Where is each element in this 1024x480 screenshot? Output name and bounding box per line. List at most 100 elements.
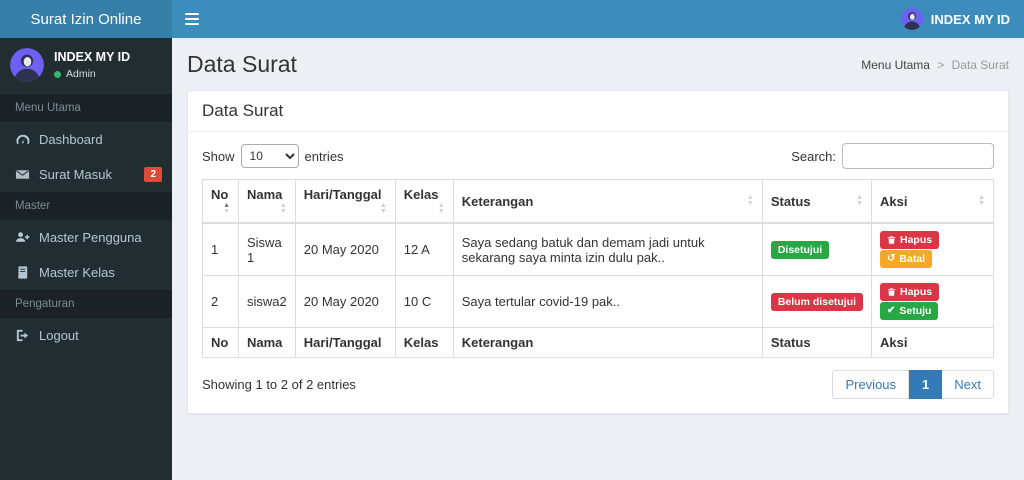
dashboard-icon bbox=[16, 134, 30, 145]
brand-logo[interactable]: Surat Izin Online bbox=[0, 0, 172, 38]
sidebar-item-label: Master Kelas bbox=[39, 265, 115, 280]
navbar-rest: INDEX MY ID bbox=[172, 0, 1024, 38]
check-icon: ✔ bbox=[887, 305, 896, 316]
online-status-icon bbox=[54, 70, 61, 78]
table-controls: Show 10 entries Search: bbox=[202, 143, 994, 169]
cell-nama: siswa2 bbox=[238, 275, 296, 328]
navbar-user-menu[interactable]: INDEX MY ID bbox=[887, 0, 1024, 38]
table-row: 1 Siswa 1 20 May 2020 12 A Saya sedang b… bbox=[202, 222, 994, 276]
data-surat-table: No ▲ ▼ Nama ▲ ▼ Hari/Tanggal ▲ ▼ Kelas ▲ ▼ Keter… bbox=[202, 179, 994, 358]
unread-count-badge: 2 bbox=[144, 167, 162, 182]
footer-keterangan: Keterangan bbox=[452, 327, 763, 358]
page-1-button[interactable]: 1 bbox=[909, 370, 943, 399]
card-body: Show 10 entries Search: No ▲ ▼ Nama ▲ ▼ H bbox=[188, 132, 1008, 413]
menu-header-master: Master bbox=[0, 192, 172, 220]
page-length-select[interactable]: 10 bbox=[240, 144, 299, 168]
column-header-no[interactable]: No ▲ ▼ bbox=[202, 179, 239, 224]
batal-button[interactable]: ↺ Batal bbox=[880, 250, 933, 268]
sort-icon: ▲ ▼ bbox=[223, 202, 230, 215]
cell-no: 1 bbox=[202, 222, 239, 276]
hapus-button[interactable]: Hapus bbox=[880, 283, 940, 301]
next-page-button[interactable]: Next bbox=[942, 370, 994, 399]
cell-nama: Siswa 1 bbox=[238, 222, 296, 276]
cell-keterangan: Saya sedang batuk dan demam jadi untuk s… bbox=[452, 222, 763, 276]
cell-aksi: Hapus ✔ Setuju bbox=[871, 275, 994, 328]
footer-no: No bbox=[202, 327, 239, 358]
sort-icon: ▲ ▼ bbox=[279, 202, 287, 215]
avatar bbox=[10, 48, 44, 82]
sidebar-item-master-kelas[interactable]: Master Kelas bbox=[0, 255, 172, 290]
breadcrumb: Menu Utama > Data Surat bbox=[861, 58, 1009, 72]
page-length-control: Show 10 entries bbox=[202, 144, 344, 168]
length-suffix-label: entries bbox=[304, 148, 344, 164]
column-header-status[interactable]: Status ▲ ▼ bbox=[761, 179, 873, 224]
sidebar-user-status: Admin bbox=[54, 68, 130, 80]
menu-header-pengaturan: Pengaturan bbox=[0, 290, 172, 318]
status-badge: Belum disetujui bbox=[770, 292, 863, 311]
previous-page-button[interactable]: Previous bbox=[832, 370, 910, 399]
footer-hari-tanggal: Hari/Tanggal bbox=[294, 327, 396, 358]
column-header-keterangan[interactable]: Keterangan ▲ ▼ bbox=[452, 179, 763, 224]
envelope-icon bbox=[15, 170, 30, 179]
sort-icon: ▲ ▼ bbox=[746, 193, 754, 207]
trash-icon bbox=[887, 287, 896, 297]
menu-header-menu-utama: Menu Utama bbox=[0, 94, 172, 122]
cell-no: 2 bbox=[202, 275, 239, 328]
card-title: Data Surat bbox=[188, 91, 1008, 132]
sidebar-item-master-pengguna[interactable]: Master Pengguna bbox=[0, 220, 172, 255]
cell-keterangan: Saya tertular covid-19 pak.. bbox=[452, 275, 763, 328]
footer-kelas: Kelas bbox=[394, 327, 454, 358]
search-input[interactable] bbox=[842, 143, 994, 169]
table-header-row: No ▲ ▼ Nama ▲ ▼ Hari/Tanggal ▲ ▼ Kelas ▲ ▼ Keter… bbox=[202, 179, 994, 224]
hapus-button[interactable]: Hapus bbox=[880, 231, 940, 249]
sidebar-item-dashboard[interactable]: Dashboard bbox=[0, 122, 172, 157]
sort-icon: ▲ ▼ bbox=[856, 193, 863, 207]
sidebar-user-panel: INDEX MY ID Admin bbox=[0, 38, 172, 94]
footer-aksi: Aksi bbox=[871, 327, 994, 358]
logout-icon bbox=[16, 329, 29, 342]
page-title: Data Surat bbox=[187, 51, 297, 77]
hamburger-icon bbox=[185, 13, 199, 15]
cell-status: Disetujui bbox=[761, 222, 873, 276]
book-icon bbox=[17, 266, 28, 279]
pagination: Previous 1 Next bbox=[832, 370, 994, 399]
user-plus-icon bbox=[15, 232, 30, 242]
cell-aksi: Hapus ↺ Batal bbox=[871, 222, 994, 276]
cell-status: Belum disetujui bbox=[761, 275, 873, 328]
breadcrumb-parent[interactable]: Menu Utama bbox=[861, 58, 930, 72]
column-header-kelas[interactable]: Kelas ▲ ▼ bbox=[394, 179, 454, 224]
sidebar-item-logout[interactable]: Logout bbox=[0, 318, 172, 353]
table-footer: Showing 1 to 2 of 2 entries Previous 1 N… bbox=[202, 370, 994, 399]
sidebar-item-surat-masuk[interactable]: Surat Masuk 2 bbox=[0, 157, 172, 192]
sort-icon: ▲ ▼ bbox=[978, 193, 985, 207]
undo-icon: ↺ bbox=[887, 253, 896, 264]
table-row: 2 siswa2 20 May 2020 10 C Saya tertular … bbox=[202, 275, 994, 328]
sidebar-item-label: Dashboard bbox=[39, 132, 103, 147]
footer-status: Status bbox=[761, 327, 873, 358]
setuju-button[interactable]: ✔ Setuju bbox=[880, 302, 939, 320]
data-surat-card: Data Surat Show 10 entries Search: No ▲ … bbox=[187, 90, 1009, 414]
top-navbar: Surat Izin Online INDEX MY ID bbox=[0, 0, 1024, 38]
sort-icon: ▲ ▼ bbox=[379, 202, 387, 215]
sidebar-item-label: Logout bbox=[39, 328, 79, 343]
cell-tanggal: 20 May 2020 bbox=[294, 222, 396, 276]
sidebar-username: INDEX MY ID bbox=[54, 50, 131, 64]
breadcrumb-separator: > bbox=[937, 57, 945, 72]
column-header-hari-tanggal[interactable]: Hari/Tanggal ▲ ▼ bbox=[294, 179, 396, 224]
length-prefix-label: Show bbox=[202, 148, 235, 164]
column-header-aksi[interactable]: Aksi ▲ ▼ bbox=[871, 179, 994, 224]
navbar-username: INDEX MY ID bbox=[930, 11, 1010, 27]
breadcrumb-current: Data Surat bbox=[951, 57, 1009, 72]
main-content: Data Surat Menu Utama > Data Surat Data … bbox=[172, 38, 1024, 480]
cell-kelas: 10 C bbox=[394, 275, 454, 328]
sidebar-user-role: Admin bbox=[66, 68, 96, 80]
cell-tanggal: 20 May 2020 bbox=[294, 275, 396, 328]
avatar bbox=[900, 8, 923, 30]
cell-kelas: 12 A bbox=[394, 222, 454, 276]
status-badge: Disetujui bbox=[770, 240, 830, 259]
sidebar-item-label: Surat Masuk bbox=[39, 167, 112, 182]
sidebar-item-label: Master Pengguna bbox=[39, 230, 142, 245]
sidebar: INDEX MY ID Admin Menu Utama Dashboard S… bbox=[0, 38, 172, 480]
sidebar-toggle-button[interactable] bbox=[172, 0, 212, 38]
column-header-nama[interactable]: Nama ▲ ▼ bbox=[238, 179, 296, 224]
